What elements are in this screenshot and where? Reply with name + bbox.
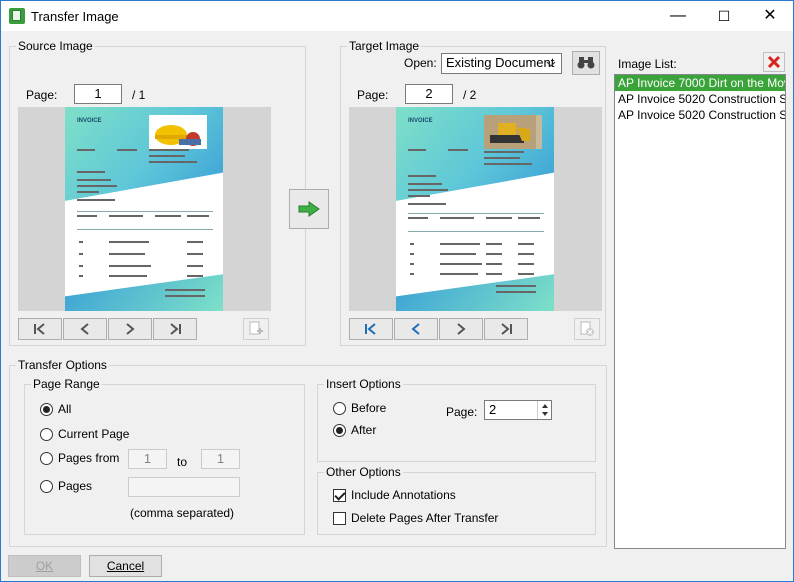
open-select-value: Existing Document bbox=[446, 55, 555, 70]
right-arrow-icon bbox=[298, 201, 320, 217]
image-list-item[interactable]: AP Invoice 5020 Construction Supplies bbox=[615, 107, 785, 123]
image-list-item[interactable]: AP Invoice 5020 Construction Supplies bbox=[615, 91, 785, 107]
close-button[interactable]: ✕ bbox=[747, 1, 793, 31]
transfer-options-group: Transfer Options Page Range All Current … bbox=[9, 358, 607, 547]
after-label: After bbox=[351, 423, 377, 437]
open-label: Open: bbox=[404, 56, 437, 70]
title-bar: Transfer Image — ☐ ✕ bbox=[1, 1, 793, 31]
next-page-icon bbox=[457, 323, 466, 335]
next-page-icon bbox=[126, 323, 135, 335]
browse-button[interactable] bbox=[572, 51, 600, 75]
binoculars-icon bbox=[577, 57, 595, 69]
all-label: All bbox=[58, 402, 72, 416]
pages-list-input[interactable] bbox=[128, 477, 240, 497]
source-doc-header: INVOICE bbox=[77, 118, 102, 124]
transfer-options-label: Transfer Options bbox=[16, 358, 109, 372]
target-page-total: / 2 bbox=[463, 88, 477, 102]
pages-from-input[interactable]: 1 bbox=[128, 449, 167, 469]
target-next-page-button[interactable] bbox=[439, 318, 483, 340]
target-page-input[interactable]: 2 bbox=[405, 84, 453, 104]
target-first-page-button[interactable] bbox=[349, 318, 393, 340]
minimize-button[interactable]: — bbox=[655, 1, 701, 31]
last-page-icon bbox=[170, 323, 181, 335]
remove-image-button[interactable] bbox=[763, 52, 785, 72]
window-title: Transfer Image bbox=[31, 9, 119, 24]
red-x-icon bbox=[767, 55, 781, 69]
add-page-icon bbox=[249, 321, 263, 335]
previous-page-icon bbox=[80, 323, 89, 335]
source-page-label: Page: bbox=[26, 88, 58, 102]
delete-page-icon bbox=[580, 321, 594, 336]
comma-separated-hint: (comma separated) bbox=[130, 506, 235, 520]
image-list-item[interactable]: AP Invoice 7000 Dirt on the Move bbox=[615, 75, 785, 91]
before-label: Before bbox=[351, 401, 387, 415]
source-image-label: Source Image bbox=[16, 39, 95, 53]
source-image-group: Source Image Page: 1 / 1 INVOICE bbox=[9, 39, 306, 346]
cancel-label: Cancel bbox=[106, 559, 145, 573]
page-range-group: Page Range All Current Page Pages from 1… bbox=[24, 377, 305, 535]
to-label: to bbox=[177, 455, 188, 469]
target-image-label: Target Image bbox=[347, 39, 422, 53]
target-preview: INVOICE bbox=[349, 107, 602, 311]
transfer-button[interactable] bbox=[289, 189, 329, 229]
insert-page-label: Page: bbox=[446, 405, 478, 419]
pages-from-label: Pages from bbox=[58, 451, 120, 465]
stepper-arrows[interactable] bbox=[537, 401, 551, 419]
source-first-page-button[interactable] bbox=[18, 318, 62, 340]
insert-options-group: Insert Options Before After Page: 2 bbox=[317, 377, 596, 462]
transfer-image-dialog: Transfer Image — ☐ ✕ Source Image Page: … bbox=[0, 0, 794, 582]
delete-pages-label: Delete Pages After Transfer bbox=[351, 511, 499, 525]
source-page-total: / 1 bbox=[132, 88, 146, 102]
image-list[interactable]: AP Invoice 7000 Dirt on the Move AP Invo… bbox=[614, 74, 786, 549]
target-last-page-button[interactable] bbox=[484, 318, 528, 340]
other-options-label: Other Options bbox=[324, 465, 403, 479]
target-page-label: Page: bbox=[357, 88, 389, 102]
source-previous-page-button[interactable] bbox=[63, 318, 107, 340]
before-radio-dot[interactable] bbox=[333, 402, 346, 415]
include-annotations-label: Include Annotations bbox=[351, 488, 456, 502]
target-document-thumbnail: INVOICE bbox=[396, 107, 554, 311]
open-select[interactable]: Existing Document bbox=[441, 53, 562, 74]
current-page-label: Current Page bbox=[58, 427, 130, 441]
bulldozer-image bbox=[484, 115, 542, 149]
current-page-radio-dot[interactable] bbox=[40, 428, 53, 441]
source-page-input[interactable]: 1 bbox=[74, 84, 122, 104]
after-radio-dot[interactable] bbox=[333, 424, 346, 437]
insert-page-value: 2 bbox=[489, 402, 497, 417]
source-next-page-button[interactable] bbox=[108, 318, 152, 340]
source-preview: INVOICE bbox=[18, 107, 271, 311]
include-annotations-check[interactable] bbox=[333, 489, 346, 502]
ok-button[interactable]: OK bbox=[8, 555, 81, 577]
hardhat-image bbox=[149, 115, 207, 149]
image-list-label: Image List: bbox=[618, 57, 677, 71]
first-page-icon bbox=[34, 323, 45, 335]
stepper-up-down-icon bbox=[542, 404, 548, 416]
last-page-icon bbox=[501, 323, 512, 335]
pages-label: Pages bbox=[58, 479, 93, 493]
insert-page-stepper[interactable]: 2 bbox=[484, 400, 552, 420]
source-add-page-button[interactable] bbox=[243, 318, 269, 340]
delete-pages-check[interactable] bbox=[333, 512, 346, 525]
target-previous-page-button[interactable] bbox=[394, 318, 438, 340]
pages-to-input[interactable]: 1 bbox=[201, 449, 240, 469]
all-radio-dot[interactable] bbox=[40, 403, 53, 416]
insert-options-label: Insert Options bbox=[324, 377, 403, 391]
pages-from-radio-dot[interactable] bbox=[40, 452, 53, 465]
cancel-button[interactable]: Cancel bbox=[89, 555, 162, 577]
previous-page-icon bbox=[411, 323, 420, 335]
source-document-thumbnail: INVOICE bbox=[65, 107, 223, 311]
maximize-button[interactable]: ☐ bbox=[701, 1, 747, 31]
target-delete-page-button[interactable] bbox=[574, 318, 600, 340]
first-page-icon bbox=[365, 323, 376, 335]
other-options-group: Other Options Include Annotations Delete… bbox=[317, 465, 596, 535]
chevron-down-icon bbox=[546, 61, 556, 67]
page-range-label: Page Range bbox=[31, 377, 102, 391]
source-last-page-button[interactable] bbox=[153, 318, 197, 340]
pages-radio-dot[interactable] bbox=[40, 480, 53, 493]
target-doc-header: INVOICE bbox=[408, 118, 433, 124]
app-icon bbox=[9, 8, 25, 24]
target-image-group: Target Image Open: Existing Document Pag… bbox=[340, 39, 606, 346]
ok-label: OK bbox=[35, 559, 54, 573]
